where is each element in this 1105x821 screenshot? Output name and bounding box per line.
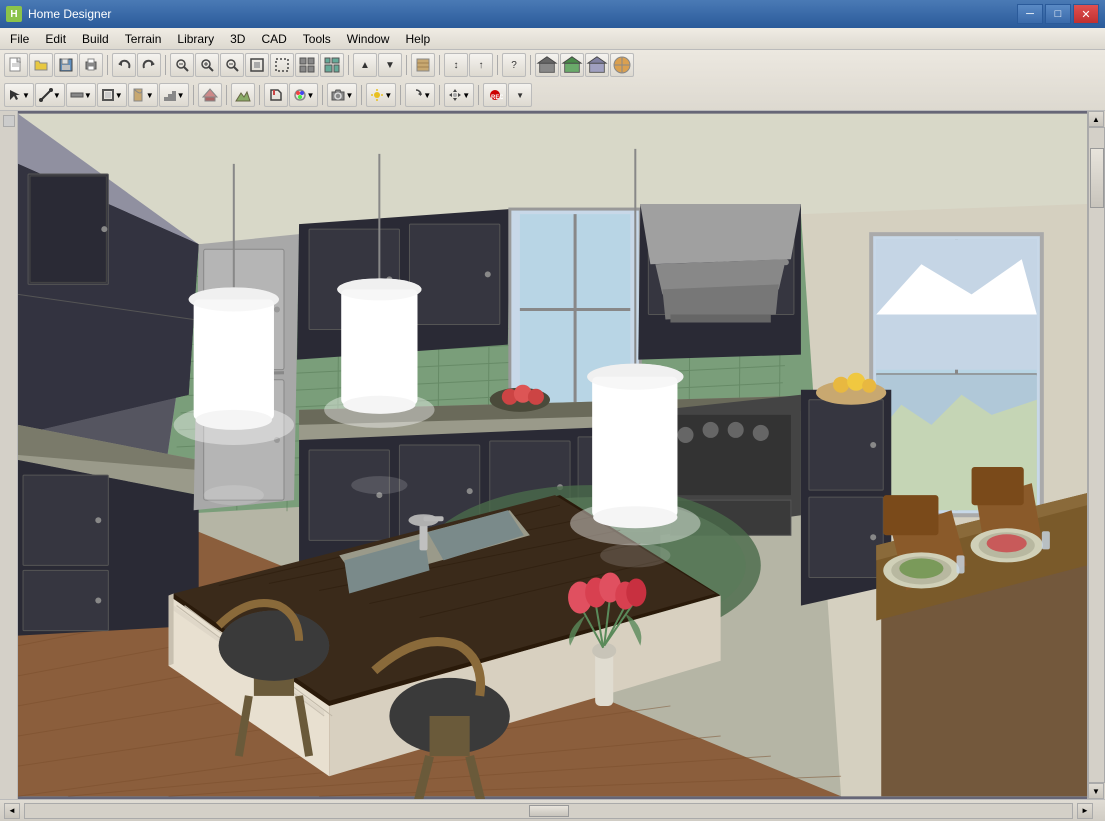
kitchen-scene	[18, 111, 1087, 799]
zoom-realsize[interactable]	[170, 53, 194, 77]
stair-tool-dropdown[interactable]: ▼	[159, 83, 189, 107]
app-title: Home Designer	[28, 7, 1017, 21]
close-button[interactable]: ✕	[1073, 4, 1099, 24]
scroll-right-button[interactable]: ►	[1077, 803, 1093, 819]
toolbar-separator-1	[107, 55, 108, 75]
toolbar2-separator-6	[400, 85, 401, 105]
svg-text:REC: REC	[491, 95, 503, 101]
toolbar2-separator-2	[226, 85, 227, 105]
toolbar-separator-6	[497, 55, 498, 75]
maximize-button[interactable]: □	[1045, 4, 1071, 24]
room-tool-dropdown[interactable]: ▼	[97, 83, 127, 107]
terrain-tool[interactable]	[231, 83, 255, 107]
camera-tool-dropdown[interactable]: ▼	[327, 83, 357, 107]
move-tool-dropdown[interactable]: ▼	[444, 83, 474, 107]
down-toolbar[interactable]: ▼	[378, 53, 402, 77]
menu-window[interactable]: Window	[339, 29, 398, 49]
scroll-thumb-right[interactable]	[1090, 148, 1104, 208]
extra-view[interactable]	[610, 53, 634, 77]
3d-view[interactable]	[560, 53, 584, 77]
menu-edit[interactable]: Edit	[37, 29, 74, 49]
door-tool-dropdown[interactable]: ▼	[128, 83, 158, 107]
toolbar-separator-3	[348, 55, 349, 75]
menu-library[interactable]: Library	[169, 29, 222, 49]
print-button[interactable]	[79, 53, 103, 77]
toolbar-row-2: ▼ ▼ ▼ ▼ ▼ ▼	[0, 80, 1105, 110]
paint-bucket[interactable]	[264, 83, 288, 107]
scroll-down-button[interactable]: ▼	[1088, 783, 1104, 799]
texture-button[interactable]	[411, 53, 435, 77]
viewport	[18, 111, 1087, 799]
zoom-out-button[interactable]	[220, 53, 244, 77]
redo-button[interactable]	[137, 53, 161, 77]
open-button[interactable]	[29, 53, 53, 77]
rotate-tool-dropdown[interactable]: ▼	[405, 83, 435, 107]
wall-tool-dropdown[interactable]: ▼	[66, 83, 96, 107]
roof-tool[interactable]	[198, 83, 222, 107]
toolbar2-separator-3	[259, 85, 260, 105]
camera-view[interactable]	[585, 53, 609, 77]
toolbar2-separator-7	[439, 85, 440, 105]
toolbar2-separator-5	[361, 85, 362, 105]
side-panel-right: ▲ ▼	[1087, 111, 1105, 799]
menu-tools[interactable]: Tools	[295, 29, 339, 49]
left-panel-control[interactable]	[3, 115, 15, 127]
title-bar: H Home Designer ─ □ ✕	[0, 0, 1105, 28]
plan-view[interactable]	[535, 53, 559, 77]
toolbar2-separator-4	[322, 85, 323, 105]
toolbar-area: ▲ ▼ ↕ ↑ ? ▼ ▼	[0, 50, 1105, 111]
scroll-up-button[interactable]: ▲	[1088, 111, 1104, 127]
save-button[interactable]	[54, 53, 78, 77]
measure-tool[interactable]: ↕	[444, 53, 468, 77]
side-panel-left	[0, 111, 18, 799]
zoom-box[interactable]	[270, 53, 294, 77]
status-scrollbar[interactable]	[24, 803, 1073, 819]
help-button[interactable]: ?	[502, 53, 526, 77]
menu-help[interactable]: Help	[397, 29, 438, 49]
fit-window[interactable]	[245, 53, 269, 77]
toolbar-separator-7	[530, 55, 531, 75]
undo-button[interactable]	[112, 53, 136, 77]
record-dropdown[interactable]: ▼	[508, 83, 532, 107]
toolbar2-separator-1	[193, 85, 194, 105]
window-controls: ─ □ ✕	[1017, 4, 1099, 24]
up-arrow-tool[interactable]: ↑	[469, 53, 493, 77]
color-tool-dropdown[interactable]: ▼	[289, 83, 319, 107]
status-bar: ◄ ►	[0, 799, 1105, 821]
menu-build[interactable]: Build	[74, 29, 117, 49]
status-scroll-thumb[interactable]	[529, 805, 569, 817]
main-area: ▲ ▼	[0, 111, 1105, 799]
toolbar2-separator-8	[478, 85, 479, 105]
toolbar-row-1: ▲ ▼ ↕ ↑ ?	[0, 50, 1105, 80]
sun-tool-dropdown[interactable]: ▼	[366, 83, 396, 107]
menu-terrain[interactable]: Terrain	[117, 29, 170, 49]
new-button[interactable]	[4, 53, 28, 77]
arrange[interactable]	[320, 53, 344, 77]
menu-file[interactable]: File	[2, 29, 37, 49]
view-all[interactable]	[295, 53, 319, 77]
select-tool-dropdown[interactable]: ▼	[4, 83, 34, 107]
draw-line-dropdown[interactable]: ▼	[35, 83, 65, 107]
menu-cad[interactable]: CAD	[253, 29, 294, 49]
menu-bar: File Edit Build Terrain Library 3D CAD T…	[0, 28, 1105, 50]
record-button[interactable]: REC	[483, 83, 507, 107]
menu-3d[interactable]: 3D	[222, 29, 253, 49]
toolbar-separator-4	[406, 55, 407, 75]
toolbar-separator-5	[439, 55, 440, 75]
toolbar-separator-2	[165, 55, 166, 75]
scroll-left-button[interactable]: ◄	[4, 803, 20, 819]
app-icon: H	[6, 6, 22, 22]
zoom-in-button[interactable]	[195, 53, 219, 77]
up-toolbar[interactable]: ▲	[353, 53, 377, 77]
scroll-track-right[interactable]	[1088, 127, 1105, 783]
minimize-button[interactable]: ─	[1017, 4, 1043, 24]
